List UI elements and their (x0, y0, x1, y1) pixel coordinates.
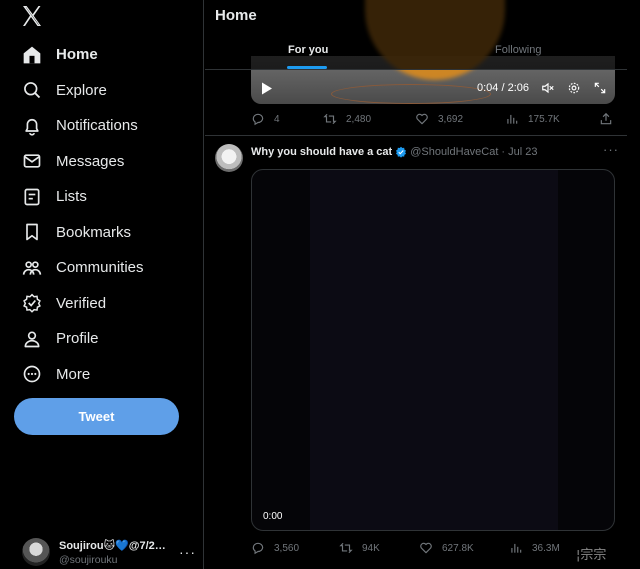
tweet-date[interactable]: Jul 23 (508, 146, 537, 158)
tweet-divider (205, 135, 627, 136)
reply-button[interactable]: 3,560 (251, 541, 299, 555)
bookmark-icon (22, 222, 42, 242)
share-button[interactable] (599, 112, 613, 126)
tweet-header: Why you should have a cat @ShouldHaveCat… (251, 146, 537, 158)
nav-profile[interactable]: Profile (0, 321, 204, 357)
watermark: ¦宗宗 (576, 548, 607, 563)
nav-label: Profile (56, 330, 99, 348)
retweet-icon (339, 542, 353, 554)
tab-for-you[interactable]: For you (288, 44, 328, 56)
tab-following[interactable]: Following (495, 44, 541, 56)
like-button[interactable]: 3,692 (415, 112, 463, 126)
account-handle: @soujirouku (59, 553, 118, 566)
heart-icon (420, 542, 432, 554)
active-tab-indicator (287, 66, 327, 69)
nav-home[interactable]: Home (0, 37, 204, 73)
nav-explore[interactable]: Explore (0, 73, 204, 109)
reply-icon (252, 542, 264, 555)
play-icon[interactable] (261, 82, 273, 95)
people-icon (22, 258, 42, 278)
nav-label: Explore (56, 81, 107, 99)
nav-label: Verified (56, 294, 107, 312)
reply-count: 4 (274, 113, 280, 125)
avatar (22, 538, 50, 566)
verified-icon (22, 293, 42, 314)
retweet-button[interactable]: 94K (339, 541, 380, 555)
video-frame-detail (331, 84, 491, 104)
like-button[interactable]: 627.8K (419, 541, 474, 555)
home-icon (22, 45, 42, 65)
nav-more[interactable]: More (0, 357, 204, 393)
video-time: 0:00 (263, 511, 283, 522)
video-time: 0:04 / 2:06 (477, 82, 529, 94)
more-dots-icon[interactable]: ··· (603, 142, 619, 157)
author-handle[interactable]: @ShouldHaveCat (410, 146, 498, 158)
x-logo-icon[interactable] (20, 4, 44, 28)
view-count: 36.3M (532, 542, 560, 554)
nav-label: Notifications (56, 117, 138, 135)
reply-icon (252, 113, 264, 126)
nav-messages[interactable]: Messages (0, 144, 204, 180)
tweet-actions: 4 2,480 3,692 175.7K (251, 112, 615, 130)
tweet-actions: 3,560 94K 627.8K 36.3M (251, 541, 615, 559)
nav-label: Lists (56, 188, 87, 206)
retweet-button[interactable]: 2,480 (323, 112, 371, 126)
person-icon (22, 329, 42, 349)
bell-icon (22, 116, 42, 136)
avatar[interactable] (215, 144, 243, 172)
search-icon (22, 80, 42, 100)
nav-label: Home (56, 46, 98, 64)
like-count: 3,692 (438, 113, 464, 125)
list-icon (22, 187, 42, 207)
more-dots-icon[interactable]: ··· (179, 544, 196, 560)
primary-nav: Home Explore Notifications Messages List… (0, 37, 204, 392)
account-switcher[interactable]: Soujirou🐱💙@7/2… @soujirouku ··· (22, 536, 202, 568)
tweet-button[interactable]: Tweet (14, 398, 179, 435)
timeline: 0:04 / 2:06 Home For you Following 4 2,4… (205, 0, 627, 569)
view-count: 175.7K (528, 113, 560, 125)
video-player[interactable]: 0:00 (251, 169, 615, 531)
settings-gear-icon[interactable] (567, 81, 581, 95)
author-name[interactable]: Why you should have a cat (251, 146, 392, 158)
retweet-icon (323, 113, 337, 125)
video-frame (310, 170, 558, 530)
views-button[interactable]: 36.3M (509, 541, 560, 555)
nav-label: More (56, 365, 91, 383)
mail-icon (22, 151, 42, 171)
timeline-header: Home For you Following (205, 0, 627, 70)
account-name: Soujirou🐱💙@7/2… (59, 539, 166, 552)
views-chart-icon (511, 543, 522, 553)
more-circle-icon (22, 364, 42, 384)
nav-verified[interactable]: Verified (0, 286, 204, 322)
share-icon (600, 112, 612, 125)
reply-button[interactable]: 4 (251, 112, 280, 126)
verified-badge-icon (396, 146, 407, 158)
nav-bookmarks[interactable]: Bookmarks (0, 215, 204, 251)
like-count: 627.8K (442, 542, 474, 554)
retweet-count: 94K (362, 542, 380, 554)
mute-icon[interactable] (541, 81, 555, 95)
sidebar: Home Explore Notifications Messages List… (0, 0, 204, 569)
nav-label: Bookmarks (56, 223, 132, 241)
retweet-count: 2,480 (346, 113, 372, 125)
account-info: Soujirou🐱💙@7/2… @soujirouku (59, 539, 171, 566)
reply-count: 3,560 (274, 542, 300, 554)
nav-communities[interactable]: Communities (0, 250, 204, 286)
heart-icon (416, 113, 428, 125)
separator: · (501, 146, 506, 158)
nav-label: Messages (56, 152, 125, 170)
page-title: Home (215, 7, 257, 24)
nav-label: Communities (56, 259, 144, 277)
fullscreen-icon[interactable] (593, 81, 607, 95)
nav-notifications[interactable]: Notifications (0, 108, 204, 144)
views-chart-icon (507, 114, 518, 124)
nav-lists[interactable]: Lists (0, 179, 204, 215)
views-button[interactable]: 175.7K (505, 112, 560, 126)
